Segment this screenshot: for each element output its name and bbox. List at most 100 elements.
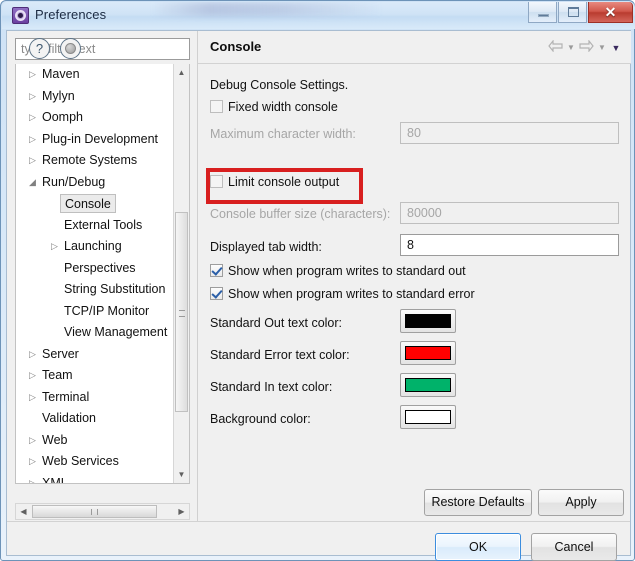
back-menu-chevron-down-icon[interactable]: ▼ — [564, 43, 578, 52]
tree-item-terminal[interactable]: ▷ Terminal — [16, 387, 189, 409]
tree-item-label: Maven — [42, 67, 80, 81]
view-menu-chevron-down-icon[interactable]: ▼ — [609, 43, 623, 53]
tree-item-label: Web — [42, 432, 68, 447]
scroll-right-icon[interactable]: ▶ — [174, 504, 189, 519]
twisty-collapsed-icon[interactable]: ▷ — [26, 344, 39, 366]
preferences-dialog: Preferences ✕ type filter text ▷ Maven ▷ My… — [0, 0, 635, 561]
preference-tree[interactable]: ▷ Maven ▷ Mylyn ▷ Oomph ▷ Plug-in Development ▷ R… — [15, 64, 190, 484]
tree-vertical-scrollbar[interactable]: ▲ ▼ — [173, 64, 189, 483]
show-stderr-checkbox-box[interactable] — [210, 287, 223, 300]
twisty-collapsed-icon[interactable]: ▷ — [26, 430, 39, 452]
twisty-expanded-icon[interactable]: ◢ — [26, 172, 39, 194]
ok-button[interactable]: OK — [435, 533, 521, 561]
tree-item-xml[interactable]: ▷ XML — [16, 473, 189, 484]
tree-item-oomph[interactable]: ▷ Oomph — [16, 107, 189, 129]
scroll-down-icon[interactable]: ▼ — [174, 466, 189, 483]
limit-console-output-checkbox-box[interactable] — [210, 175, 223, 188]
tree-item-console[interactable]: Console — [16, 193, 189, 215]
twisty-collapsed-icon[interactable]: ▷ — [26, 86, 39, 108]
fixed-width-console-label: Fixed width console — [228, 100, 338, 114]
tree-item-view-management[interactable]: View Management — [16, 322, 189, 344]
twisty-collapsed-icon[interactable]: ▷ — [26, 365, 39, 387]
max-char-width-label: Maximum character width: — [210, 127, 356, 141]
tree-item-plug-in-development[interactable]: ▷ Plug-in Development — [16, 129, 189, 151]
tree-item-run-debug[interactable]: ◢ Run/Debug — [16, 172, 189, 194]
displayed-tab-width-input[interactable]: 8 — [400, 234, 619, 256]
page-navigation: ▼ ▼ ▼ — [547, 39, 623, 55]
twisty-collapsed-icon[interactable]: ▷ — [26, 150, 39, 172]
tree-item-string-substitution[interactable]: String Substitution — [16, 279, 189, 301]
standard-error-color-label: Standard Error text color: — [210, 348, 350, 362]
forward-menu-chevron-down-icon[interactable]: ▼ — [595, 43, 609, 52]
forward-arrow-icon[interactable] — [579, 39, 594, 55]
close-button[interactable]: ✕ — [588, 2, 633, 23]
tree-item-team[interactable]: ▷ Team — [16, 365, 189, 387]
dialog-client-area: type filter text ▷ Maven ▷ Mylyn ▷ Oomph ▷ Plug… — [6, 30, 631, 561]
page-header: Console ▼ ▼ ▼ — [198, 31, 631, 64]
tree-vscroll-thumb[interactable] — [175, 212, 188, 412]
tree-item-label: Validation — [42, 411, 96, 425]
console-buffer-size-input[interactable]: 80000 — [400, 202, 619, 224]
limit-console-output-checkbox[interactable]: Limit console output — [210, 175, 339, 189]
twisty-collapsed-icon[interactable]: ▷ — [26, 473, 39, 484]
restore-button[interactable] — [558, 2, 587, 23]
info-icon[interactable] — [60, 38, 81, 59]
twisty-collapsed-icon[interactable]: ▷ — [26, 64, 39, 86]
tree-item-label: XML — [42, 475, 68, 484]
cancel-button[interactable]: Cancel — [531, 533, 617, 561]
minimize-button[interactable] — [528, 2, 557, 23]
tree-item-launching[interactable]: ▷ Launching — [16, 236, 189, 258]
title-bar[interactable]: Preferences ✕ — [1, 1, 635, 30]
preference-page-pane: Console ▼ ▼ ▼ Debug Console Settings. Fi… — [198, 31, 631, 521]
limit-console-output-label: Limit console output — [228, 175, 340, 189]
tree-item-label: View Management — [64, 325, 168, 339]
standard-error-color-button[interactable] — [400, 341, 456, 365]
show-stderr-checkbox[interactable]: Show when program writes to standard err… — [210, 287, 475, 301]
scroll-left-icon[interactable]: ◀ — [16, 504, 31, 519]
tree-item-label: Run/Debug — [42, 174, 106, 189]
restore-defaults-button[interactable]: Restore Defaults — [424, 489, 532, 516]
tree-item-label: Perspectives — [64, 260, 136, 275]
page-content: Debug Console Settings. Fixed width cons… — [198, 64, 631, 489]
standard-in-color-button[interactable] — [400, 373, 456, 397]
show-stdout-checkbox[interactable]: Show when program writes to standard out — [210, 264, 466, 278]
tree-item-web-services[interactable]: ▷ Web Services — [16, 451, 189, 473]
tree-item-validation[interactable]: Validation — [16, 408, 189, 430]
tree-item-label: Remote Systems — [42, 153, 138, 167]
fixed-width-console-checkbox-box[interactable] — [210, 100, 223, 113]
displayed-tab-width-label: Displayed tab width: — [210, 240, 322, 254]
show-stdout-checkbox-box[interactable] — [210, 264, 223, 277]
console-buffer-size-label: Console buffer size (characters): — [210, 207, 391, 221]
show-stderr-label: Show when program writes to standard err… — [228, 287, 475, 301]
twisty-collapsed-icon[interactable]: ▷ — [26, 129, 39, 151]
tree-item-label: Web Services — [42, 454, 119, 468]
help-icon[interactable]: ? — [29, 38, 50, 59]
tree-item-perspectives[interactable]: Perspectives — [16, 258, 189, 280]
tree-item-label: Mylyn — [42, 88, 75, 103]
twisty-collapsed-icon[interactable]: ▷ — [26, 451, 39, 473]
background-color-swatch — [405, 410, 451, 424]
section-label: Debug Console Settings. — [210, 78, 349, 92]
back-arrow-icon[interactable] — [548, 39, 563, 55]
tree-item-maven[interactable]: ▷ Maven — [16, 64, 189, 86]
scroll-up-icon[interactable]: ▲ — [174, 64, 189, 81]
max-char-width-input[interactable]: 80 — [400, 122, 619, 144]
twisty-collapsed-icon[interactable]: ▷ — [26, 387, 39, 409]
window-controls: ✕ — [527, 2, 633, 23]
tree-item-web[interactable]: ▷ Web — [16, 430, 189, 452]
apply-button[interactable]: Apply — [538, 489, 624, 516]
tree-item-server[interactable]: ▷ Server — [16, 344, 189, 366]
tree-hscroll-thumb[interactable] — [32, 505, 157, 518]
twisty-collapsed-icon[interactable]: ▷ — [26, 107, 39, 129]
tree-item-mylyn[interactable]: ▷ Mylyn — [16, 86, 189, 108]
standard-out-color-button[interactable] — [400, 309, 456, 333]
fixed-width-console-checkbox[interactable]: Fixed width console — [210, 100, 338, 114]
tree-item-label: Launching — [64, 239, 122, 253]
tree-item-external-tools[interactable]: External Tools — [16, 215, 189, 237]
background-color-button[interactable] — [400, 405, 456, 429]
tree-item-remote-systems[interactable]: ▷ Remote Systems — [16, 150, 189, 172]
tree-item-label: External Tools — [64, 217, 143, 232]
tree-horizontal-scrollbar[interactable]: ◀ ▶ — [15, 503, 190, 520]
twisty-collapsed-icon[interactable]: ▷ — [48, 236, 61, 258]
tree-item-tcp-ip-monitor[interactable]: TCP/IP Monitor — [16, 301, 189, 323]
